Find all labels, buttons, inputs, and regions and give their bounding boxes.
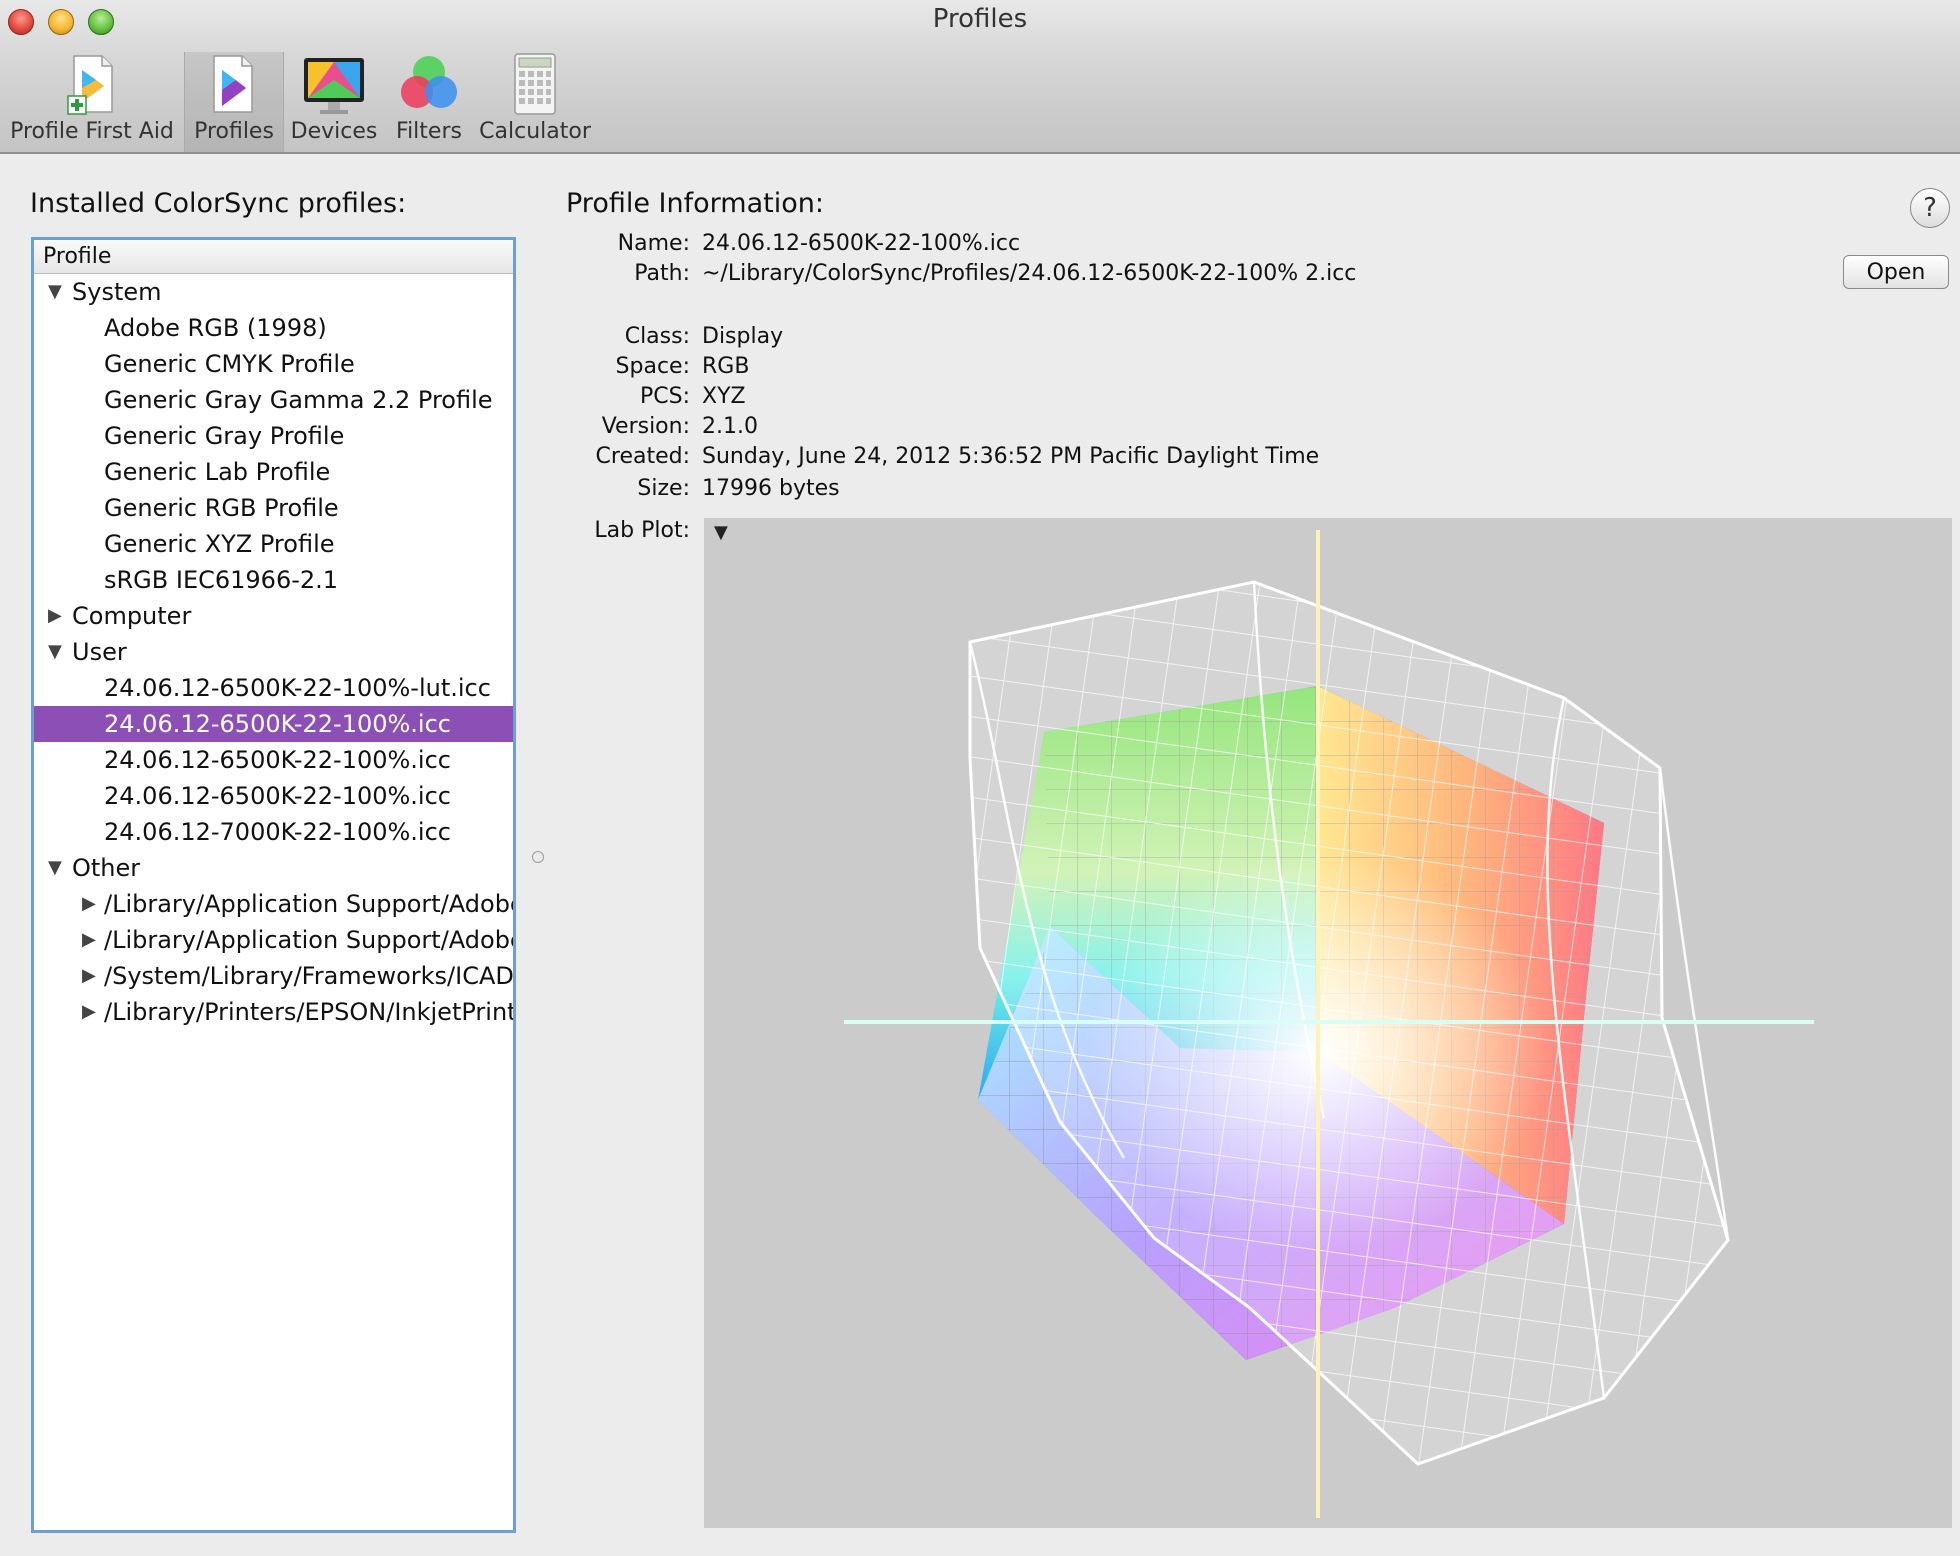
disclosure-collapsed-icon[interactable]: ▶ bbox=[82, 994, 96, 1030]
window-title: Profiles bbox=[932, 4, 1028, 34]
list-item[interactable]: 24.06.12-6500K-22-100%-lut.icc bbox=[34, 670, 513, 706]
name-label: Name: bbox=[617, 231, 690, 256]
list-item[interactable]: 24.06.12-6500K-22-100%.icc bbox=[34, 742, 513, 778]
size-value: 17996 bytes bbox=[702, 476, 840, 501]
pcs-label: PCS: bbox=[639, 384, 690, 409]
class-label: Class: bbox=[624, 324, 690, 349]
disclosure-expanded-icon[interactable]: ▼ bbox=[48, 850, 62, 886]
lab-plot-view[interactable]: ▼ bbox=[704, 518, 1952, 1528]
group-computer[interactable]: ▶ Computer bbox=[34, 598, 513, 634]
disclosure-collapsed-icon[interactable]: ▶ bbox=[82, 922, 96, 958]
toolbar-devices[interactable]: Devices bbox=[288, 52, 380, 152]
toolbar-profiles[interactable]: Profiles bbox=[184, 52, 284, 152]
toolbar-filters[interactable]: Filters bbox=[388, 52, 470, 152]
list-item[interactable]: sRGB IEC61966-2.1 bbox=[34, 562, 513, 598]
display-monitor-icon bbox=[304, 58, 364, 114]
space-label: Space: bbox=[615, 354, 690, 379]
profiles-icon bbox=[213, 55, 253, 113]
list-item[interactable]: 24.06.12-6500K-22-100%.icc bbox=[34, 778, 513, 814]
folder-label: /Library/Printers/EPSON/InkjetPrint bbox=[104, 998, 516, 1026]
filters-icon bbox=[401, 56, 457, 108]
group-label: Other bbox=[72, 854, 141, 882]
size-label: Size: bbox=[637, 476, 690, 501]
pcs-value: XYZ bbox=[702, 384, 746, 409]
list-item[interactable]: 24.06.12-7000K-22-100%.icc bbox=[34, 814, 513, 850]
disclosure-expanded-icon[interactable]: ▼ bbox=[48, 634, 62, 670]
toolbar-label: Devices bbox=[290, 119, 378, 144]
toolbar-label: Calculator bbox=[479, 119, 591, 144]
profile-information-heading: Profile Information: bbox=[566, 188, 824, 219]
group-user[interactable]: ▼ User bbox=[34, 634, 513, 670]
toolbar-label: Filters bbox=[396, 119, 462, 144]
toolbar-label: Profiles bbox=[194, 119, 274, 144]
folder-item[interactable]: ▶ /System/Library/Frameworks/ICAD bbox=[34, 958, 513, 994]
folder-label: /Library/Application Support/Adobe bbox=[104, 926, 516, 954]
toolbar-profile-first-aid[interactable]: Profile First Aid bbox=[4, 52, 180, 152]
help-button[interactable]: ? bbox=[1910, 188, 1950, 228]
disclosure-collapsed-icon[interactable]: ▶ bbox=[82, 886, 96, 922]
space-value: RGB bbox=[702, 354, 750, 379]
toolbar-calculator[interactable]: Calculator bbox=[478, 52, 592, 152]
version-label: Version: bbox=[601, 414, 690, 439]
window-titlebar: Profiles Profile First Aid Profiles Devi… bbox=[0, 0, 1960, 154]
group-label: User bbox=[72, 638, 127, 666]
folder-item[interactable]: ▶ /Library/Application Support/Adobe bbox=[34, 886, 513, 922]
split-view-handle[interactable] bbox=[532, 851, 544, 863]
created-value: Sunday, June 24, 2012 5:36:52 PM Pacific… bbox=[702, 444, 1320, 469]
folder-item[interactable]: ▶ /Library/Printers/EPSON/InkjetPrint bbox=[34, 994, 513, 1030]
group-other[interactable]: ▼ Other bbox=[34, 850, 513, 886]
profile-first-aid-icon bbox=[67, 55, 113, 115]
version-value: 2.1.0 bbox=[702, 414, 758, 439]
installed-profiles-heading: Installed ColorSync profiles: bbox=[30, 188, 407, 219]
disclosure-collapsed-icon[interactable]: ▶ bbox=[82, 958, 96, 994]
group-label: System bbox=[72, 278, 162, 306]
list-item-selected[interactable]: 24.06.12-6500K-22-100%.icc bbox=[34, 706, 513, 742]
path-value: ~/Library/ColorSync/Profiles/24.06.12-65… bbox=[702, 261, 1357, 286]
triangle-down-icon[interactable]: ▼ bbox=[714, 522, 728, 543]
created-label: Created: bbox=[595, 444, 690, 469]
group-label: Computer bbox=[72, 602, 192, 630]
name-value: 24.06.12-6500K-22-100%.icc bbox=[702, 231, 1021, 256]
disclosure-collapsed-icon[interactable]: ▶ bbox=[48, 598, 62, 634]
disclosure-expanded-icon[interactable]: ▼ bbox=[48, 274, 62, 310]
class-value: Display bbox=[702, 324, 784, 349]
open-button[interactable]: Open bbox=[1843, 255, 1949, 289]
folder-label: /Library/Application Support/Adobe bbox=[104, 890, 516, 918]
folder-label: /System/Library/Frameworks/ICAD bbox=[104, 962, 514, 990]
calculator-icon bbox=[514, 53, 556, 115]
toolbar-label: Profile First Aid bbox=[10, 119, 174, 144]
path-label: Path: bbox=[634, 261, 690, 286]
folder-item[interactable]: ▶ /Library/Application Support/Adobe bbox=[34, 922, 513, 958]
lab-plot-label: Lab Plot: bbox=[594, 518, 690, 543]
gamut-plot-graphic bbox=[844, 530, 1814, 1518]
